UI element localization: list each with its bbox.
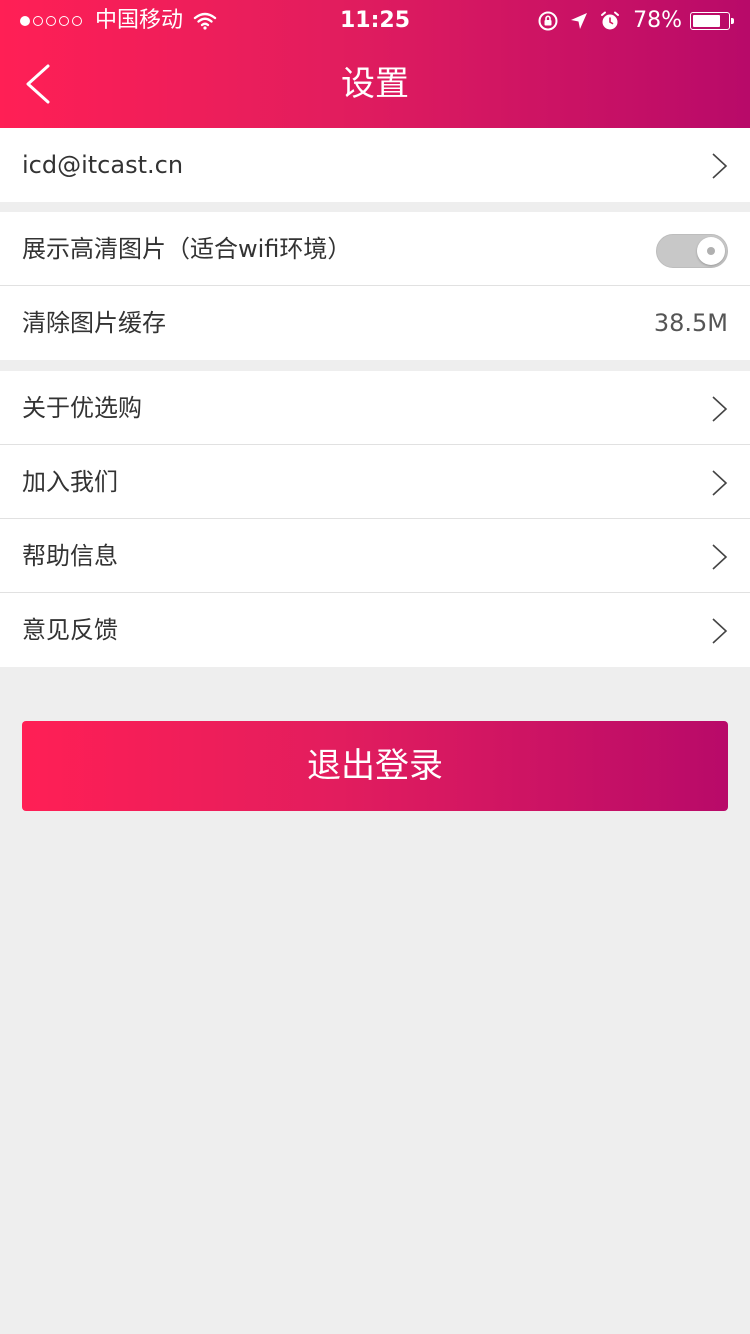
hd-images-label: 展示高清图片（适合wifi环境） bbox=[22, 235, 352, 263]
battery-level-fill bbox=[693, 15, 720, 27]
display-settings-section: 展示高清图片（适合wifi环境） 清除图片缓存 38.5M bbox=[0, 212, 750, 360]
location-arrow-icon bbox=[571, 13, 588, 29]
chevron-right-icon bbox=[712, 153, 728, 179]
join-us-row[interactable]: 加入我们 bbox=[0, 445, 750, 519]
status-bar: 中国移动 11:25 78% bbox=[0, 0, 750, 40]
battery-percentage: 78% bbox=[633, 8, 682, 33]
rotation-lock-icon bbox=[538, 11, 558, 31]
account-section: icd@itcast.cn bbox=[0, 128, 750, 202]
cache-size-value: 38.5M bbox=[653, 309, 728, 337]
chevron-right-icon bbox=[712, 470, 728, 496]
status-right: 78% bbox=[527, 8, 734, 34]
info-section: 关于优选购 加入我们 帮助信息 意见反馈 bbox=[0, 371, 750, 667]
toggle-knob-dot bbox=[707, 247, 715, 255]
clear-cache-label: 清除图片缓存 bbox=[22, 309, 166, 337]
page-title: 设置 bbox=[341, 64, 409, 104]
feedback-label: 意见反馈 bbox=[22, 616, 118, 644]
hd-images-toggle[interactable] bbox=[656, 234, 728, 268]
chevron-right-icon bbox=[712, 618, 728, 644]
battery-icon bbox=[690, 12, 734, 30]
help-row[interactable]: 帮助信息 bbox=[0, 519, 750, 593]
logout-button[interactable]: 退出登录 bbox=[22, 721, 728, 811]
join-us-label: 加入我们 bbox=[22, 468, 118, 496]
header-bar: 中国移动 11:25 78% 设置 bbox=[0, 0, 750, 128]
account-email: icd@itcast.cn bbox=[22, 151, 184, 179]
about-row[interactable]: 关于优选购 bbox=[0, 371, 750, 445]
clear-cache-row[interactable]: 清除图片缓存 38.5M bbox=[0, 286, 750, 360]
help-label: 帮助信息 bbox=[22, 542, 118, 570]
toggle-knob bbox=[697, 237, 725, 265]
hd-images-row: 展示高清图片（适合wifi环境） bbox=[0, 212, 750, 286]
account-email-row[interactable]: icd@itcast.cn bbox=[0, 128, 750, 202]
about-label: 关于优选购 bbox=[22, 394, 142, 422]
chevron-right-icon bbox=[712, 396, 728, 422]
battery-cap bbox=[731, 18, 734, 24]
alarm-clock-icon bbox=[601, 11, 620, 30]
feedback-row[interactable]: 意见反馈 bbox=[0, 593, 750, 667]
chevron-right-icon bbox=[712, 544, 728, 570]
